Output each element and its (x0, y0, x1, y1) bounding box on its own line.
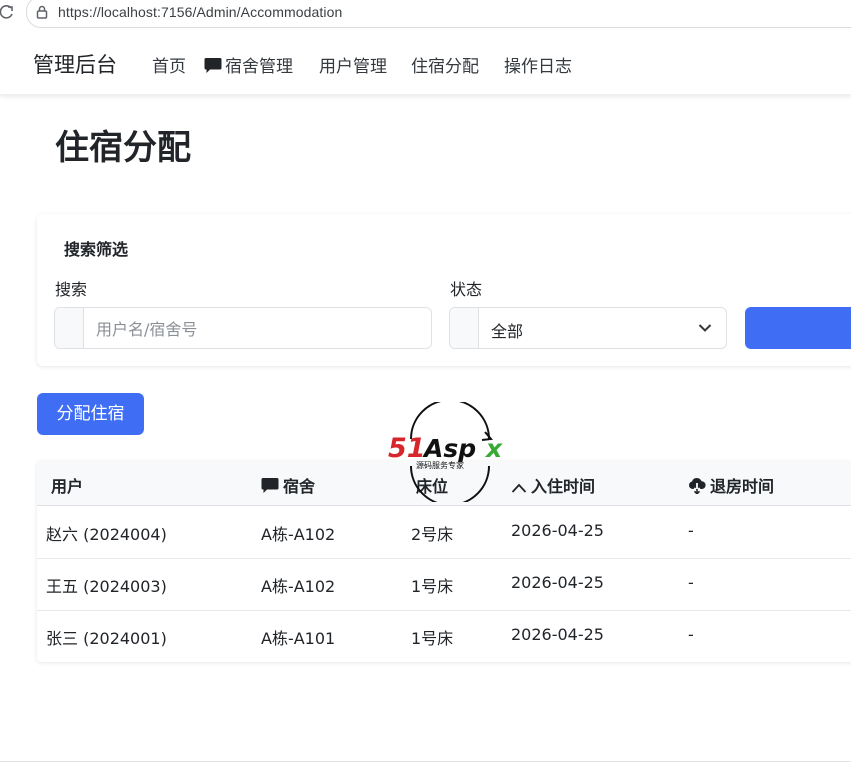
status-label: 状态 (450, 280, 483, 299)
svg-text:51: 51 (388, 433, 426, 464)
cell-bed: 2号床 (411, 525, 454, 544)
chevron-down-icon (698, 324, 712, 332)
cell-checkin: 2026-04-25 (511, 625, 604, 644)
svg-text:Asp: Asp (422, 434, 476, 463)
chat-bubble-icon (261, 478, 279, 493)
brand-title[interactable]: 管理后台 (33, 49, 117, 79)
cell-user: 王五 (2024003) (46, 577, 167, 596)
col-header-checkin-label: 入住时间 (531, 477, 596, 496)
nav-dorm-label: 宿舍管理 (225, 57, 293, 77)
nav-accommodation[interactable]: 住宿分配 (411, 52, 479, 77)
cell-bed: 1号床 (411, 577, 454, 596)
table-row[interactable]: 赵六 (2024004) A栋-A102 2号床 2026-04-25 - (37, 506, 851, 559)
cell-dorm: A栋-A102 (261, 525, 336, 544)
nav-dorm-management[interactable]: 宿舍管理 (204, 52, 293, 77)
reload-icon[interactable] (0, 4, 14, 20)
lock-icon[interactable] (35, 4, 49, 20)
search-label: 搜索 (55, 280, 88, 299)
cell-checkin: 2026-04-25 (511, 573, 604, 592)
page-title: 住宿分配 (55, 128, 191, 168)
nav-accommodation-label: 住宿分配 (411, 57, 479, 77)
nav-user-management[interactable]: 用户管理 (319, 52, 387, 77)
nav-home-label: 首页 (152, 57, 186, 77)
watermark-logo: 51 Asp x 源码服务专家 (388, 402, 503, 502)
filter-card-title: 搜索筛选 (64, 240, 129, 259)
nav-log-label: 操作日志 (504, 57, 572, 77)
col-header-dorm-label: 宿舍 (283, 477, 316, 496)
search-filter-card: 搜索筛选 搜索 状态 全部 (37, 214, 851, 366)
col-header-checkin[interactable]: 入住时间 (511, 473, 595, 497)
table-row[interactable]: 王五 (2024003) A栋-A102 1号床 2026-04-25 - (37, 558, 851, 611)
col-header-user-label: 用户 (51, 477, 84, 496)
nav-home[interactable]: 首页 (152, 52, 186, 77)
svg-text:x: x (484, 434, 503, 463)
col-header-checkout[interactable]: 退房时间 (688, 473, 774, 497)
cell-user: 张三 (2024001) (46, 629, 167, 648)
status-select-prefix (450, 308, 479, 348)
cell-dorm: A栋-A102 (261, 577, 336, 596)
cell-checkout: - (688, 625, 694, 644)
nav-user-label: 用户管理 (319, 57, 387, 77)
cell-checkin: 2026-04-25 (511, 521, 604, 540)
assign-accommodation-button[interactable]: 分配住宿 (37, 393, 144, 435)
search-input-prefix (55, 308, 84, 348)
status-select-value: 全部 (491, 322, 524, 341)
col-header-dorm[interactable]: 宿舍 (261, 473, 315, 497)
bottom-divider (0, 761, 851, 762)
search-input-group (54, 307, 432, 350)
cell-checkout: - (688, 521, 694, 540)
cell-dorm: A栋-A101 (261, 629, 336, 648)
cell-bed: 1号床 (411, 629, 454, 648)
search-button[interactable] (745, 307, 851, 349)
table-row[interactable]: 张三 (2024001) A栋-A101 1号床 2026-04-25 - (37, 610, 851, 662)
url-text[interactable]: https://localhost:7156/Admin/Accommodati… (58, 4, 342, 20)
top-navbar: 管理后台 首页 宿舍管理 用户管理 住宿分配 操作日志 (0, 31, 851, 95)
chat-bubble-icon (204, 58, 222, 73)
col-header-user[interactable]: 用户 (51, 473, 83, 497)
nav-operation-log[interactable]: 操作日志 (504, 52, 572, 77)
svg-text:源码服务专家: 源码服务专家 (416, 460, 464, 470)
cell-checkout: - (688, 573, 694, 592)
cloud-download-icon (689, 477, 706, 495)
browser-address-bar: https://localhost:7156/Admin/Accommodati… (0, 0, 851, 28)
cell-user: 赵六 (2024004) (46, 525, 167, 544)
col-header-checkout-label: 退房时间 (710, 477, 775, 496)
search-input[interactable] (84, 308, 428, 350)
status-select[interactable]: 全部 (449, 307, 727, 349)
